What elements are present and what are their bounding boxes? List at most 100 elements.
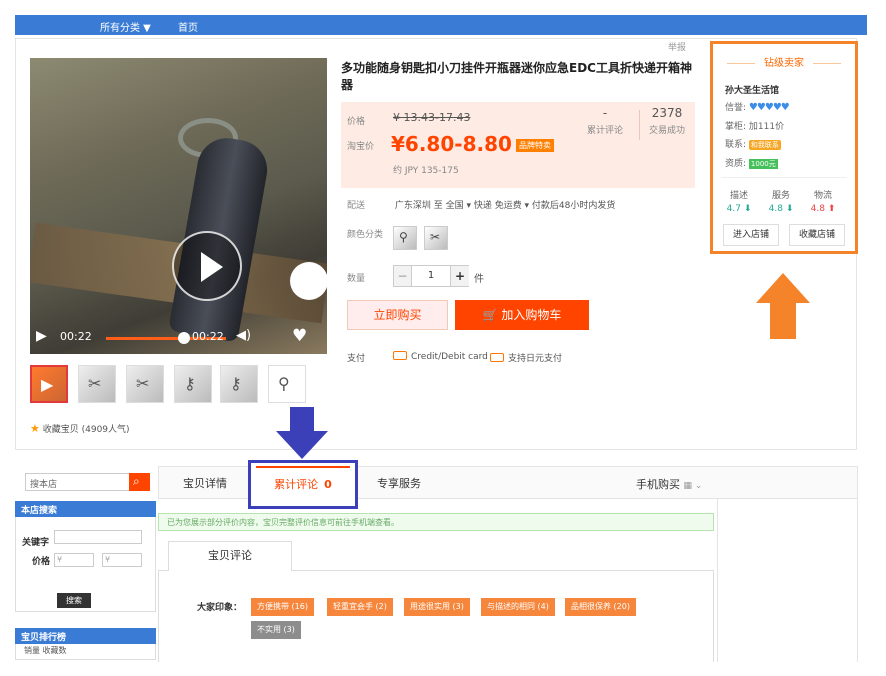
arrow-up-icon bbox=[756, 273, 810, 339]
tab-reviews-label: 累计评论 bbox=[274, 478, 319, 491]
knife-thumbnail[interactable]: ✂ bbox=[78, 365, 116, 403]
impression-tag[interactable]: 与描述的相同 (4) bbox=[481, 598, 555, 616]
score-service-value: 4.8 ⬇ bbox=[768, 204, 794, 214]
impression-tag[interactable]: 方便携带 (16) bbox=[251, 598, 314, 616]
deposit-row: 掌柜: 加111价 bbox=[725, 119, 784, 132]
video-time-total: 00:22 bbox=[192, 330, 224, 343]
volume-icon[interactable]: ◀) bbox=[236, 328, 251, 343]
qr-code-icon: ▦ ⌄ bbox=[683, 481, 703, 491]
heart-icon[interactable]: ♥ bbox=[292, 326, 307, 346]
quantity-stepper: − 1 + bbox=[393, 265, 469, 287]
play-small-icon[interactable]: ▶ bbox=[36, 328, 47, 344]
report-link[interactable]: 举报 bbox=[668, 40, 686, 53]
bottle-opener-thumbnail[interactable]: ⚷ bbox=[174, 365, 212, 403]
tab-reviews[interactable]: 累计评论 0 bbox=[248, 460, 358, 509]
tab-services[interactable]: 专享服务 bbox=[377, 475, 421, 491]
qualification-badge[interactable]: 1000元 bbox=[748, 159, 778, 169]
enter-shop-button[interactable]: 进入店铺 bbox=[723, 224, 779, 246]
score-service: 服务 4.8 ⬇ bbox=[761, 188, 801, 214]
quantity-label: 数量 bbox=[347, 274, 366, 284]
shipping-value[interactable]: 广东深圳 至 全国 ▾ 快递 免运费 ▾ 付款后48小时内发货 bbox=[395, 201, 616, 211]
color-label: 颜色分类 bbox=[347, 230, 384, 240]
keychain-thumbnail[interactable]: ⚷ bbox=[220, 365, 258, 403]
contact-seller-badge[interactable]: 和我联系 bbox=[748, 140, 781, 150]
color-row: 颜色分类 bbox=[347, 227, 392, 240]
contact-row: 联系: 和我联系 bbox=[725, 137, 781, 150]
product-video[interactable] bbox=[30, 58, 327, 354]
pay-label: 支付 bbox=[347, 354, 366, 364]
color-option-2[interactable]: ✂ bbox=[424, 226, 448, 250]
brand-sale-badge: 品牌特卖 bbox=[516, 139, 554, 152]
impression-label: 大家印象： bbox=[197, 603, 243, 613]
stat-divider bbox=[639, 110, 640, 140]
impression-tag[interactable]: 用途很实用 (3) bbox=[404, 598, 470, 616]
card-icon bbox=[393, 351, 407, 360]
price-label: 价格 bbox=[347, 117, 366, 127]
credit-label: 信誉: bbox=[725, 103, 747, 113]
flower-icon[interactable] bbox=[290, 262, 328, 300]
review-count: - bbox=[602, 106, 608, 120]
store-search-panel: 关键字 价格 ¥ ¥ 搜索 bbox=[15, 517, 156, 612]
price-min-input[interactable]: ¥ bbox=[54, 553, 94, 567]
add-to-cart-button[interactable]: 🛒 加入购物车 bbox=[455, 300, 589, 330]
sales-count: 2378 bbox=[651, 106, 683, 120]
impression-tag[interactable]: 轻重宜会手 (2) bbox=[327, 598, 393, 616]
rank-tabs[interactable]: 销量 收藏数 bbox=[15, 644, 156, 660]
review-stat[interactable]: - 累计评论 bbox=[587, 106, 623, 136]
knife-icon: ✂ bbox=[430, 230, 441, 244]
score-logistics-value: 4.8 ⬆ bbox=[810, 204, 836, 214]
shop-name[interactable]: 孙大圣生活馆 bbox=[725, 83, 779, 96]
keyring-thumbnail[interactable]: ⚲ bbox=[268, 365, 306, 403]
score-desc-label: 描述 bbox=[729, 191, 748, 201]
quantity-input[interactable]: 1 bbox=[412, 266, 450, 286]
qualification-label: 资质: bbox=[725, 159, 747, 169]
shop-search-input[interactable]: 搜本店 bbox=[25, 473, 130, 491]
keyword-input[interactable] bbox=[54, 530, 142, 544]
impression-tag[interactable]: 品相很保养 (20) bbox=[565, 598, 636, 616]
search-icon: ⌕ bbox=[133, 474, 140, 488]
credit-hearts-icon: ♥♥♥♥♥ bbox=[748, 102, 790, 113]
top-nav-bar: 所有分类 ▼ 首页 bbox=[15, 15, 867, 35]
play-icon[interactable] bbox=[172, 231, 242, 301]
impression-tag[interactable]: 不实用 (3) bbox=[251, 621, 301, 639]
original-price: ¥ 13.43-17.43 bbox=[393, 111, 471, 124]
score-description: 描述 4.7 ⬇ bbox=[719, 188, 759, 214]
tools-thumbnail[interactable]: ✂ bbox=[126, 365, 164, 403]
qualification-row: 资质: 1000元 bbox=[725, 156, 778, 169]
rank-title: 宝贝排行榜 bbox=[15, 628, 156, 644]
contact-label: 联系: bbox=[725, 140, 747, 150]
product-title: 多功能随身钥匙扣小刀挂件开瓶器迷你应急EDC工具折快递开箱神器 bbox=[341, 61, 692, 92]
add-to-cart-label: 加入购物车 bbox=[501, 308, 562, 322]
seller-level: 钻级卖家 bbox=[723, 54, 845, 74]
mobile-buy[interactable]: 手机购买 ▦ ⌄ bbox=[636, 476, 702, 492]
nav-all-categories[interactable]: 所有分类 ▼ bbox=[100, 19, 151, 34]
price-box: 价格 ¥ 13.43-17.43 淘宝价 ¥6.80-8.80 品牌特卖 约 J… bbox=[341, 102, 695, 188]
review-subtab[interactable]: 宝贝评论 bbox=[168, 541, 292, 571]
store-search-button[interactable]: 搜索 bbox=[57, 593, 91, 608]
review-box bbox=[158, 570, 714, 662]
pay-card-label: Credit/Debit card bbox=[411, 352, 488, 362]
nav-home[interactable]: 首页 bbox=[178, 19, 198, 34]
score-logistics-label: 物流 bbox=[813, 191, 832, 201]
color-option-1[interactable]: ⚲ bbox=[393, 226, 417, 250]
play-thumbnail[interactable]: ▶ bbox=[30, 365, 68, 403]
pay-card-option[interactable]: Credit/Debit card bbox=[393, 351, 488, 362]
quantity-minus-button[interactable]: − bbox=[394, 266, 412, 286]
favorite-shop-button[interactable]: 收藏店铺 bbox=[789, 224, 845, 246]
current-price: ¥6.80-8.80 bbox=[391, 132, 512, 156]
sales-stat: 2378 交易成功 bbox=[649, 106, 685, 136]
card-icon bbox=[490, 353, 504, 362]
star-icon: ★ bbox=[30, 422, 40, 435]
buy-now-button[interactable]: 立即购买 bbox=[347, 300, 448, 330]
mobile-buy-label: 手机购买 bbox=[636, 478, 680, 491]
search-button[interactable]: ⌕ bbox=[129, 473, 150, 491]
favorite-item[interactable]: ★ 收藏宝贝 (4909人气) bbox=[30, 422, 130, 435]
quantity-plus-button[interactable]: + bbox=[450, 266, 469, 286]
tab-reviews-inner: 累计评论 0 bbox=[256, 466, 350, 501]
video-progress-knob[interactable] bbox=[178, 332, 190, 344]
pay-jpy-option[interactable]: 支持日元支付 bbox=[490, 351, 562, 364]
price-max-input[interactable]: ¥ bbox=[102, 553, 142, 567]
pay-jpy-label: 支持日元支付 bbox=[508, 354, 563, 364]
tab-details[interactable]: 宝贝详情 bbox=[183, 475, 227, 491]
score-service-label: 服务 bbox=[771, 191, 790, 201]
